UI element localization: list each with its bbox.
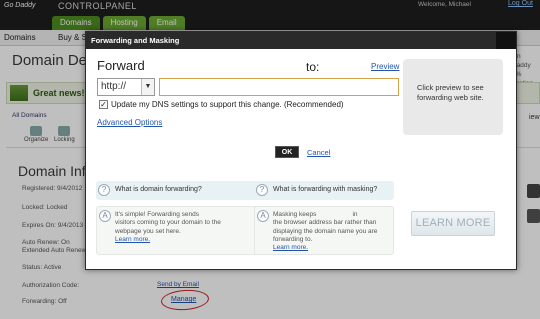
faq-answer-text: It's simple! Forwarding sends visitors c… xyxy=(115,211,221,244)
faq-question-masking[interactable]: ? What is forwarding with masking? xyxy=(254,181,394,200)
preview-link[interactable]: Preview xyxy=(371,62,399,71)
faq-answer-text: Masking keeps in the browser address bar… xyxy=(273,211,378,252)
faq-answer-masking: A Masking keeps in the browser address b… xyxy=(254,206,394,255)
faq-question-forwarding[interactable]: ? What is domain forwarding? xyxy=(96,181,265,200)
ok-button[interactable]: OK xyxy=(275,146,299,158)
learn-more-link[interactable]: Learn more. xyxy=(115,236,221,244)
preview-hint: Click preview to see forwarding web site… xyxy=(417,83,484,102)
question-icon: ? xyxy=(98,184,110,196)
faq-question-text: What is domain forwarding? xyxy=(115,186,202,193)
protocol-value: http:// xyxy=(101,81,127,92)
faq-answer-forwarding: A It's simple! Forwarding sends visitors… xyxy=(96,206,265,255)
advanced-options-link[interactable]: Advanced Options xyxy=(97,118,162,127)
dns-update-checkbox[interactable]: ✓ xyxy=(99,100,108,109)
cancel-link[interactable]: Cancel xyxy=(307,148,330,157)
protocol-select[interactable]: http:// ▼ xyxy=(97,78,155,96)
question-icon: ? xyxy=(256,184,268,196)
forward-url-input[interactable] xyxy=(159,78,399,96)
chevron-down-icon[interactable]: ▼ xyxy=(141,79,154,95)
answer-icon: A xyxy=(257,210,269,222)
faq-question-text: What is forwarding with masking? xyxy=(273,186,378,193)
dns-update-label: Update my DNS settings to support this c… xyxy=(111,100,344,109)
forwarding-dialog: Forwarding and Masking Forward to: Previ… xyxy=(85,31,517,270)
learn-more-link[interactable]: Learn more. xyxy=(273,244,377,252)
forward-label: Forward xyxy=(97,58,145,73)
close-button[interactable] xyxy=(496,32,516,49)
learn-more-button[interactable]: LEARN MORE xyxy=(411,211,495,236)
dialog-header: Forwarding and Masking xyxy=(86,32,516,49)
preview-panel: Click preview to see forwarding web site… xyxy=(403,59,503,135)
answer-icon: A xyxy=(99,210,111,222)
to-label: to: xyxy=(306,60,320,74)
dialog-title: Forwarding and Masking xyxy=(91,36,180,45)
